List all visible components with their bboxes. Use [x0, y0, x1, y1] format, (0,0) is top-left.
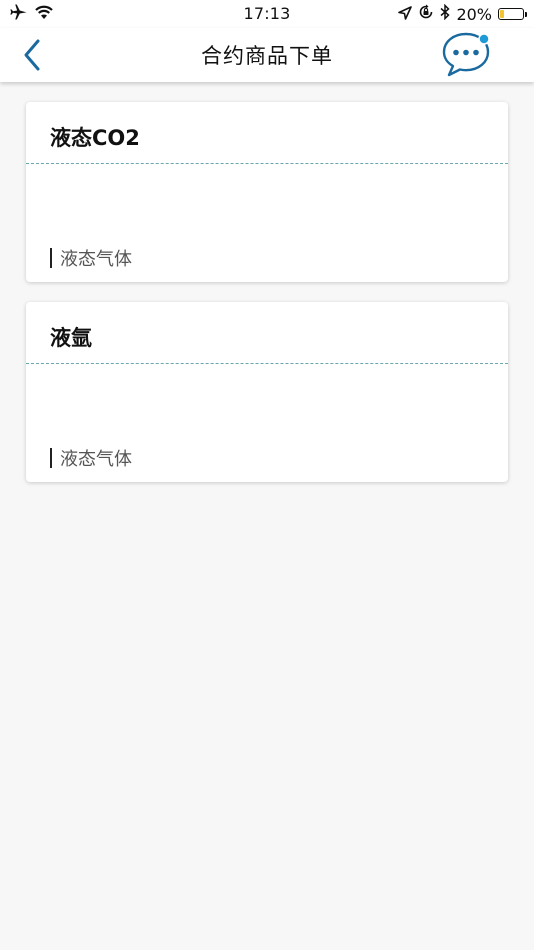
- product-name: 液氩: [50, 326, 92, 350]
- location-arrow-icon: [398, 5, 413, 24]
- product-category: 液态气体: [60, 249, 132, 270]
- dashed-divider: [26, 163, 508, 164]
- chat-badge-dot: [478, 33, 490, 45]
- product-category-tag: 液态气体: [50, 245, 132, 271]
- category-marker: [50, 248, 52, 268]
- category-marker: [50, 448, 52, 468]
- status-right: 20%: [398, 3, 527, 24]
- product-card[interactable]: 液氩 液态气体: [26, 302, 508, 482]
- battery-percent: 20%: [456, 4, 492, 24]
- rotation-lock-icon: [418, 4, 434, 24]
- nav-bar: 合约商品下单: [0, 28, 534, 82]
- bluetooth-icon: [440, 3, 451, 24]
- product-name: 液态CO2: [50, 126, 140, 150]
- status-bar: 17:13 20%: [0, 0, 534, 28]
- product-category-tag: 液态气体: [50, 445, 132, 471]
- product-category: 液态气体: [60, 449, 132, 470]
- battery-level-fill: [500, 10, 505, 18]
- battery-icon: [498, 8, 527, 20]
- product-card[interactable]: 液态CO2 液态气体: [26, 102, 508, 282]
- chat-button[interactable]: [440, 30, 494, 80]
- dashed-divider: [26, 363, 508, 364]
- chat-bubble-icon: [442, 32, 490, 77]
